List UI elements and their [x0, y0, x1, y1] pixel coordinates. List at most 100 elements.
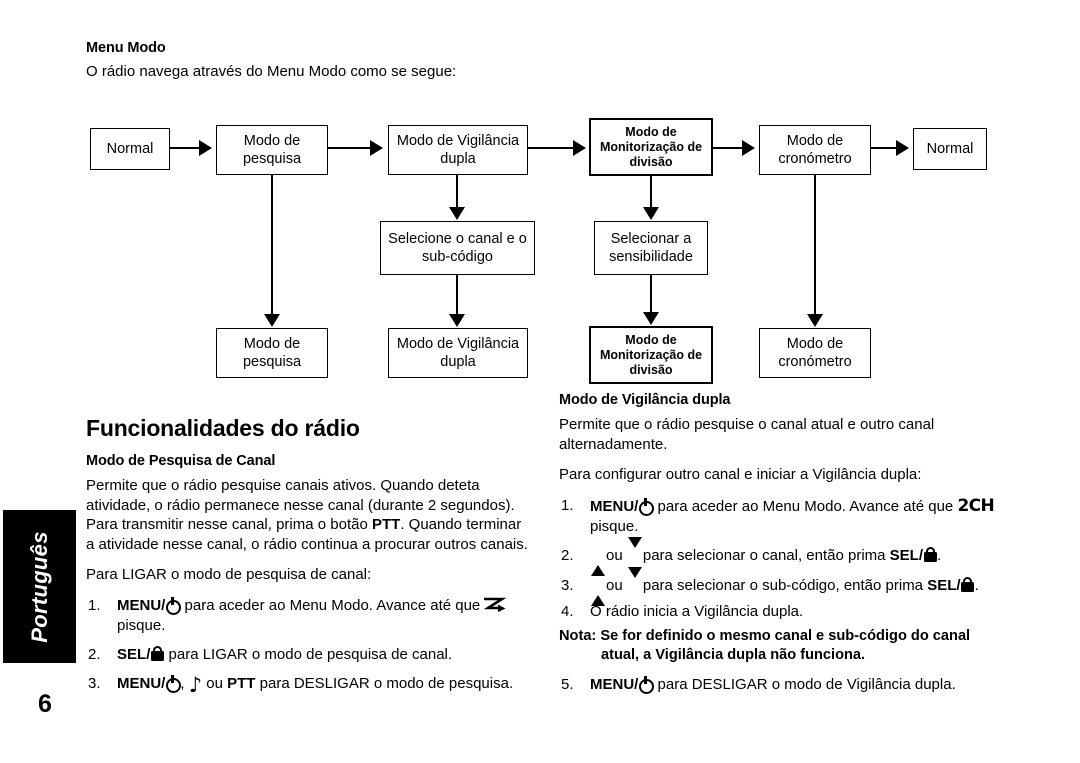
menu-label: MENU: [590, 497, 635, 515]
flowchart-node-label: Normal: [106, 141, 154, 157]
flowchart-node-n12: Modo de cronómetro: [759, 328, 871, 378]
power-icon: [638, 676, 654, 694]
flowchart-node-n5: Modo de cronómetro: [759, 125, 871, 175]
menu-label: MENU: [590, 675, 635, 693]
scan-icon: [484, 597, 508, 613]
list-item-step-5: 5. MENU/ para DESLIGAR o modo de Vigilânc…: [559, 675, 1009, 695]
step-number: 3.: [561, 576, 574, 594]
flowchart-node-n11: Modo de Monitorização de divisão: [589, 326, 713, 384]
flowchart-node-n9: Modo de pesquisa: [216, 328, 328, 378]
flow-arrowhead-n8-n11: [643, 312, 659, 325]
flow-connector-n2-n9: [271, 175, 274, 315]
down-triangle-icon: [627, 566, 642, 595]
subsection-title-pesquisa-canal: Modo de Pesquisa de Canal: [86, 453, 276, 469]
list-item-step-2: 2. ou para selecionar o canal, então pri…: [559, 536, 1009, 576]
down-triangle-icon: [627, 536, 642, 565]
flowchart-node-label: Modo de Monitorização de divisão: [599, 332, 703, 377]
music-note-icon: ♪: [188, 672, 203, 697]
flow-arrowhead-n4-n5: [742, 140, 755, 156]
two-channel-badge: 2CH: [957, 495, 995, 516]
step-text-a: ou: [606, 576, 627, 594]
step-number: 1.: [88, 596, 101, 614]
note-block: Nota: Se for definido o mesmo canal e su…: [559, 627, 1009, 665]
ptt-label: PTT: [371, 516, 401, 533]
lock-icon: [961, 576, 975, 593]
power-icon: [165, 675, 181, 693]
step-number: 4.: [561, 602, 574, 620]
flow-connector-n4-n5: [713, 147, 743, 150]
paragraph-ligar-pesquisa: Para LIGAR o modo de pesquisa de canal:: [86, 566, 372, 583]
flowchart-node-n1: Normal: [90, 128, 170, 170]
list-item-step-3: 3. ou para selecionar o sub-código, entã…: [559, 566, 1009, 606]
step-text-d: .: [937, 546, 942, 564]
menu-label: MENU: [117, 596, 162, 614]
step-number: 5.: [561, 675, 574, 693]
menu-label: MENU: [117, 674, 162, 692]
power-icon: [165, 597, 181, 615]
list-item-step-1: 1. MENU/ para aceder ao Menu Modo. Avance…: [559, 496, 1009, 537]
language-tab-label: Português: [26, 530, 52, 643]
ptt-label: PTT: [227, 674, 256, 692]
lock-icon: [150, 645, 164, 662]
mode-menu-flowchart: Normal Modo de pesquisa Modo de Vigilância…: [0, 0, 1080, 400]
flowchart-node-n2: Modo de pesquisa: [216, 125, 328, 175]
flow-connector-n7-n10: [456, 275, 459, 315]
language-tab: Português: [3, 510, 76, 663]
left-column: Funcionalidades do rádio Modo de Pesquis…: [86, 415, 531, 703]
flow-connector-n3-n4: [528, 147, 574, 150]
flow-arrowhead-n3-n4: [573, 140, 586, 156]
page-number: 6: [38, 690, 52, 718]
flowchart-node-n7: Selecione o canal e o sub-código: [380, 221, 535, 275]
lock-icon: [923, 546, 937, 563]
step-number: 2.: [561, 546, 574, 564]
flow-connector-n3-n7: [456, 175, 459, 208]
flowchart-node-label: Modo de pesquisa: [242, 336, 302, 370]
flow-arrowhead-n1-n2: [199, 140, 212, 156]
step-number: 2.: [88, 645, 101, 663]
flowchart-node-label: Selecione o canal e o sub-código: [388, 231, 527, 265]
step-text-d: .: [974, 576, 979, 594]
sel-label: SEL: [927, 576, 957, 594]
step-text-b: para LIGAR o modo de pesquisa de canal.: [164, 645, 453, 663]
step-text-d: para DESLIGAR o modo de pesquisa.: [255, 674, 514, 692]
paragraph-configurar-canal: Para configurar outro canal e iniciar a …: [559, 466, 922, 483]
paragraph-vigilancia-descricao: Permite que o rádio pesquise o canal atu…: [559, 416, 935, 453]
step-text-a: O rádio inicia a Vigilância dupla.: [590, 602, 804, 620]
step-number: 3.: [88, 674, 101, 692]
flowchart-node-label: Modo de Monitorização de divisão: [599, 124, 703, 169]
flow-connector-n8-n11: [650, 275, 653, 313]
sel-label: SEL: [117, 645, 147, 663]
up-triangle-icon: [591, 547, 605, 576]
power-icon: [638, 498, 654, 516]
list-item-step-1: 1. MENU/ para aceder ao Menu Modo. Avance…: [86, 596, 531, 636]
flow-connector-n4-n8: [650, 176, 653, 208]
flow-arrowhead-n2-n9: [264, 314, 280, 327]
step-text-c: pisque.: [117, 616, 166, 634]
step-text-b: para DESLIGAR o modo de Vigilância dupla…: [653, 675, 956, 693]
flow-arrowhead-n7-n10: [449, 314, 465, 327]
flowchart-node-label: Modo de pesquisa: [242, 133, 302, 167]
right-column: Modo de Vigilância dupla Permite que o r…: [559, 392, 1009, 704]
step-text-b: para aceder ao Menu Modo. Avance até que: [180, 596, 485, 614]
sel-label: SEL: [889, 546, 919, 564]
flowchart-node-label: Modo de cronómetro: [778, 336, 852, 370]
flowchart-node-label: Normal: [926, 141, 974, 157]
step-text-b: para selecionar o sub-código, então prim…: [642, 576, 928, 594]
flow-connector-n5-n12: [814, 175, 817, 315]
flowchart-node-n3: Modo de Vigilância dupla: [388, 125, 528, 175]
flow-connector-n1-n2: [170, 147, 200, 150]
flow-arrowhead-n2-n3: [370, 140, 383, 156]
flowchart-node-n10: Modo de Vigilância dupla: [388, 328, 528, 378]
flowchart-node-label: Selecionar a sensibilidade: [609, 231, 693, 265]
step-number: 1.: [561, 496, 574, 514]
step-text-c: ou: [202, 674, 228, 692]
note-line-2: atual, a Vigilância dupla não funciona.: [601, 646, 866, 663]
left-steps-list: 1. MENU/ para aceder ao Menu Modo. Avance…: [86, 596, 531, 697]
step-text-c: pisque.: [590, 517, 639, 535]
flowchart-node-label: Modo de Vigilância dupla: [396, 133, 520, 167]
list-item-step-4: 4. O rádio inicia a Vigilância dupla.: [559, 602, 1009, 622]
subsection-title-vigilancia-dupla: Modo de Vigilância dupla: [559, 392, 731, 408]
flow-connector-n2-n3: [328, 147, 371, 150]
flow-arrowhead-n5-n6: [896, 140, 909, 156]
flow-arrowhead-n5-n12: [807, 314, 823, 327]
